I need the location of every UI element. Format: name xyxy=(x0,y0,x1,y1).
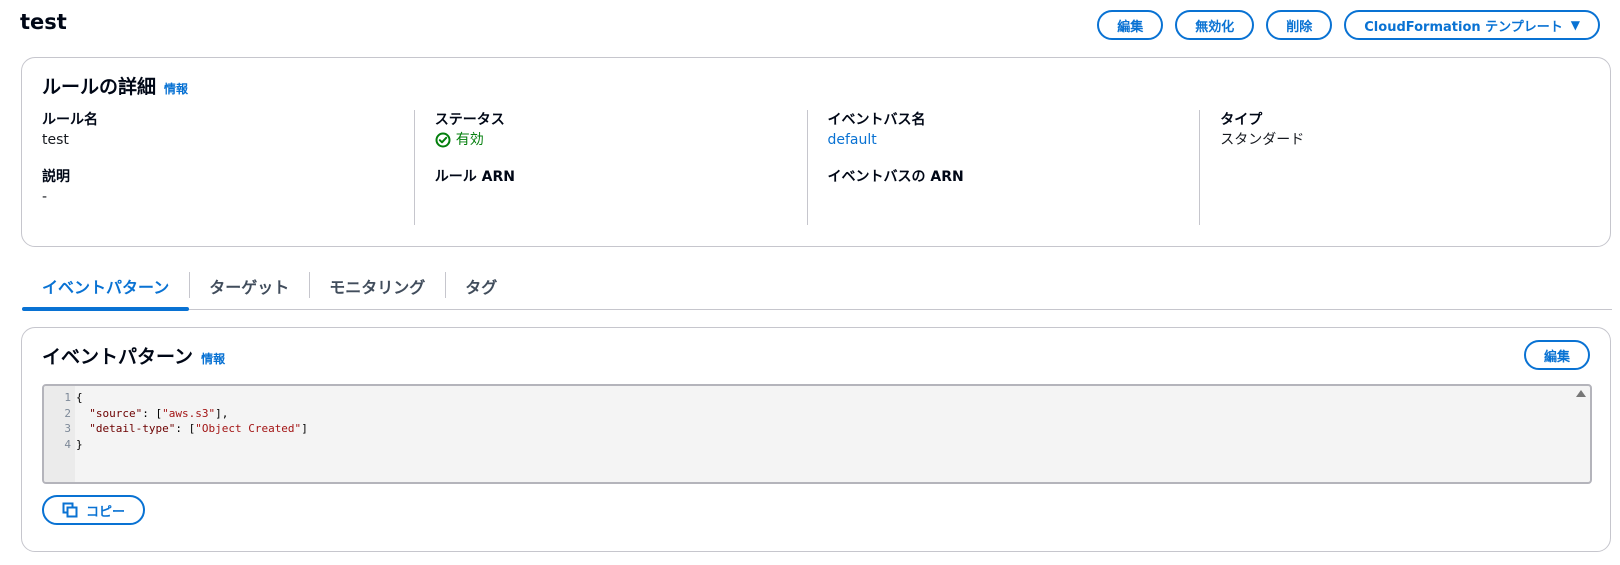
caret-down-icon: ▼ xyxy=(1570,18,1580,32)
cloudformation-template-label: CloudFormation テンプレート xyxy=(1364,19,1563,35)
line-number: 2 xyxy=(64,406,71,420)
event-bus-field: イベントバス名 default xyxy=(828,110,1200,150)
scroll-up-arrow-icon[interactable] xyxy=(1576,390,1586,397)
details-column-3: イベントバス名 default イベントバスの ARN xyxy=(806,110,1200,225)
description-value: - xyxy=(42,189,48,205)
event-pattern-panel: イベントパターン 情報 編集 1 { 2 "source": ["aws.s3"… xyxy=(21,327,1611,552)
event-bus-arn-label: イベントバスの ARN xyxy=(827,169,964,185)
rule-arn-label: ルール ARN xyxy=(434,169,515,185)
json-string: "aws.s3" xyxy=(162,406,216,420)
type-label: タイプ xyxy=(1220,112,1263,128)
event-bus-link[interactable]: default xyxy=(828,130,1200,150)
disable-button[interactable]: 無効化 xyxy=(1175,10,1255,40)
line-content: "source": ["aws.s3"], xyxy=(71,406,228,422)
rule-name-value: test xyxy=(42,132,69,148)
details-column-1: ルール名 test 説明 - xyxy=(42,110,414,225)
status-field: ステータス 有効 xyxy=(435,110,807,150)
cloudformation-template-dropdown[interactable]: CloudFormation テンプレート ▼ xyxy=(1344,10,1600,40)
event-bus-label: イベントバス名 xyxy=(827,112,926,128)
status-badge: 有効 xyxy=(435,130,807,150)
json-punct: : [ xyxy=(142,406,163,420)
rule-name-label: ルール名 xyxy=(42,112,98,128)
details-column-2: ステータス 有効 ルール ARN xyxy=(413,110,807,225)
rule-name-field: ルール名 test xyxy=(42,110,414,150)
json-key: "detail-type" xyxy=(89,422,176,435)
rule-details-panel: ルールの詳細 情報 ルール名 test 説明 - ステータス 有効 ルール AR… xyxy=(21,57,1611,247)
header-actions: 編集 無効化 削除 CloudFormation テンプレート ▼ xyxy=(1097,10,1600,40)
event-bus-arn-field: イベントバスの ARN xyxy=(828,167,1200,187)
json-punct: ] xyxy=(301,422,308,435)
check-circle-icon xyxy=(435,132,451,148)
tab-tags[interactable]: タグ xyxy=(445,266,517,310)
type-value: スタンダード xyxy=(1220,132,1305,148)
rule-details-heading: ルールの詳細 情報 xyxy=(42,72,188,99)
edit-pattern-button[interactable]: 編集 xyxy=(1523,340,1590,370)
code-line: 3 "detail-type": ["Object Created"] xyxy=(44,421,1590,437)
edit-button[interactable]: 編集 xyxy=(1097,10,1164,40)
event-pattern-title: イベントパターン xyxy=(42,346,194,368)
description-field: 説明 - xyxy=(42,167,414,207)
line-content: } xyxy=(76,437,83,451)
event-pattern-heading: イベントパターン 情報 xyxy=(42,342,225,369)
code-editor[interactable]: 1 { 2 "source": ["aws.s3"], 3 "detail-ty… xyxy=(42,384,1592,484)
tab-event-pattern[interactable]: イベントパターン xyxy=(22,266,190,311)
json-punct: : [ xyxy=(175,422,196,435)
type-field: タイプ スタンダード xyxy=(1220,110,1592,150)
tab-targets[interactable]: ターゲット xyxy=(189,266,309,310)
code-lines: 1 { 2 "source": ["aws.s3"], 3 "detail-ty… xyxy=(44,390,1590,452)
status-label: ステータス xyxy=(434,112,505,128)
copy-label: コピー xyxy=(86,504,126,520)
code-line: 1 { xyxy=(44,390,1590,406)
rule-arn-field: ルール ARN xyxy=(435,167,807,187)
copy-button[interactable]: コピー xyxy=(42,495,146,525)
rule-details-info-link[interactable]: 情報 xyxy=(164,80,188,97)
line-number: 4 xyxy=(64,437,71,451)
line-number: 1 xyxy=(64,391,71,404)
page-title: test xyxy=(20,10,67,34)
line-content: "detail-type": ["Object Created"] xyxy=(71,421,308,437)
code-line: 4 } xyxy=(44,437,1590,453)
copy-icon xyxy=(62,502,78,518)
tab-list: イベントパターン ターゲット モニタリング タグ xyxy=(22,266,1612,311)
code-line: 2 "source": ["aws.s3"], xyxy=(44,406,1590,422)
rule-details-title: ルールの詳細 xyxy=(42,76,157,98)
delete-button[interactable]: 削除 xyxy=(1266,10,1333,40)
json-string: "Object Created" xyxy=(195,422,302,435)
line-content: { xyxy=(76,391,83,404)
details-column-4: タイプ スタンダード xyxy=(1199,110,1592,225)
status-value: 有効 xyxy=(455,132,484,148)
json-key: "source" xyxy=(89,406,143,420)
json-punct: ], xyxy=(215,406,229,420)
description-label: 説明 xyxy=(42,169,70,185)
event-pattern-info-link[interactable]: 情報 xyxy=(201,350,225,367)
tab-monitoring[interactable]: モニタリング xyxy=(309,266,445,310)
line-number: 3 xyxy=(64,422,71,435)
rule-details-columns: ルール名 test 説明 - ステータス 有効 ルール ARN イベントバス名 … xyxy=(42,110,1592,225)
page-header: test 編集 無効化 削除 CloudFormation テンプレート ▼ xyxy=(0,0,1620,50)
